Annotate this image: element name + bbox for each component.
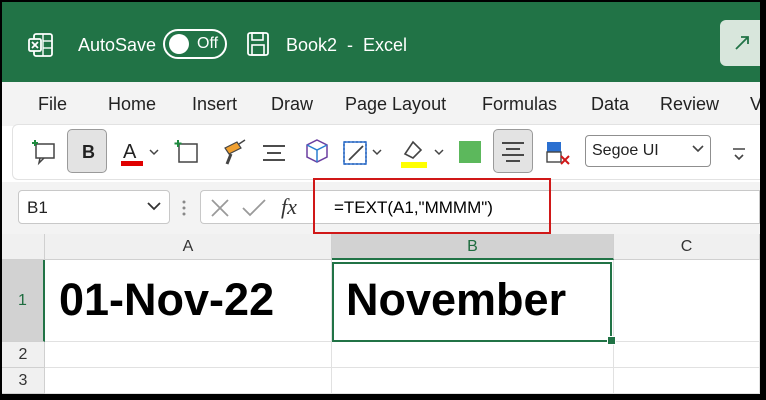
cell-a1[interactable]: 01-Nov-22: [45, 260, 332, 342]
delete-cells-icon[interactable]: [543, 134, 573, 172]
cancel-icon[interactable]: [209, 197, 231, 219]
active-cell-border: [332, 262, 612, 342]
row-header-3[interactable]: 3: [2, 368, 45, 394]
menu-bar: File Home Insert Draw Page Layout Formul…: [2, 82, 760, 126]
font-color-icon[interactable]: A: [119, 134, 165, 172]
save-icon[interactable]: [246, 31, 270, 57]
column-header-c[interactable]: C: [614, 234, 760, 260]
menu-insert[interactable]: Insert: [192, 94, 237, 115]
menu-page-layout[interactable]: Page Layout: [345, 94, 446, 115]
excel-logo-icon[interactable]: [28, 32, 54, 58]
select-all-corner[interactable]: [2, 234, 45, 260]
insert-function-icon[interactable]: fx: [281, 194, 297, 220]
insert-cell-icon[interactable]: [173, 134, 201, 172]
fill-color-icon[interactable]: [459, 141, 481, 163]
align-center-icon[interactable]: [261, 134, 287, 172]
menu-draw[interactable]: Draw: [271, 94, 313, 115]
menu-data[interactable]: Data: [591, 94, 629, 115]
cell-c1[interactable]: [614, 260, 760, 342]
document-title: Book2 - Excel: [286, 35, 408, 55]
shapes-icon[interactable]: [303, 134, 331, 172]
cell-c2[interactable]: [614, 342, 760, 368]
title-bar: AutoSave Off Book2 - Excel: [2, 2, 760, 82]
menu-file[interactable]: File: [38, 94, 67, 115]
menu-home[interactable]: Home: [108, 94, 156, 115]
cell-a1-value: 01-Nov-22: [59, 274, 275, 325]
formula-highlight-box: [313, 178, 551, 234]
svg-text:A: A: [123, 141, 137, 163]
bold-label: B: [82, 142, 95, 162]
autosave-label: AutoSave: [78, 35, 157, 55]
autosave-toggle[interactable]: Off: [163, 29, 227, 59]
name-box-value: B1: [27, 198, 48, 217]
excel-window: AutoSave Off Book2 - Excel File Home Ins…: [2, 2, 760, 394]
borders-icon[interactable]: [341, 134, 387, 172]
bold-button[interactable]: B: [67, 129, 107, 173]
center-align-button[interactable]: [493, 129, 533, 173]
formula-controls: fx: [200, 190, 312, 224]
share-icon: [735, 36, 749, 50]
name-box[interactable]: B1: [18, 190, 170, 224]
menu-formulas[interactable]: Formulas: [482, 94, 557, 115]
cell-a3[interactable]: [45, 368, 332, 394]
share-button[interactable]: [720, 20, 760, 66]
center-align-icon: [502, 142, 524, 162]
font-name-dropdown[interactable]: Segoe UI: [585, 135, 711, 167]
menu-view[interactable]: V: [750, 94, 760, 115]
chevron-down-icon: [147, 202, 161, 211]
format-painter-icon[interactable]: [219, 134, 249, 172]
row-header-2[interactable]: 2: [2, 342, 45, 368]
row-header-1[interactable]: 1: [2, 260, 45, 342]
worksheet-grid: A B C 1 2 3 01-Nov-22 November: [2, 234, 760, 394]
cell-c3[interactable]: [614, 368, 760, 394]
comment-icon[interactable]: [31, 134, 59, 172]
grip-icon: [182, 200, 186, 216]
ribbon-toolbar: B A Segoe UI: [12, 124, 760, 180]
cell-b2[interactable]: [332, 342, 614, 368]
chevron-down-icon: [692, 145, 704, 153]
enter-check-icon[interactable]: [241, 197, 267, 219]
cell-b3[interactable]: [332, 368, 614, 394]
column-header-a[interactable]: A: [45, 234, 332, 260]
column-header-b[interactable]: B: [332, 234, 614, 260]
cell-a2[interactable]: [45, 342, 332, 368]
more-icon[interactable]: [729, 134, 749, 172]
fill-handle[interactable]: [607, 336, 616, 345]
menu-review[interactable]: Review: [660, 94, 719, 115]
highlight-icon[interactable]: [399, 134, 449, 172]
autosave-state: Off: [197, 35, 219, 52]
font-name-value: Segoe UI: [592, 142, 659, 159]
toggle-knob: [169, 34, 189, 54]
